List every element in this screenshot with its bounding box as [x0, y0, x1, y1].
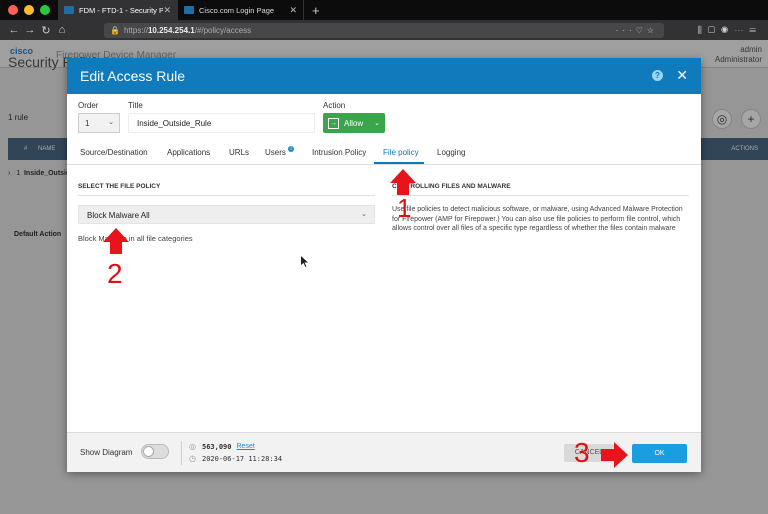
annotation-arrow-stem [110, 242, 122, 254]
browser-tab-cisco-login[interactable]: Cisco.com Login Page ✕ [178, 0, 304, 20]
window-controls [0, 5, 58, 15]
chevron-down-icon: ⌄ [361, 211, 367, 218]
tab-intrusion-policy[interactable]: Intrusion Policy [312, 148, 366, 157]
chevron-down-icon: ⌄ [108, 119, 114, 126]
chevron-down-icon: ⌄ [374, 120, 380, 127]
file-policy-description: Block Malware in all file categories [78, 234, 193, 243]
tab-close-icon[interactable]: ✕ [289, 5, 297, 16]
url-actions-icon[interactable]: ···♡☆ [616, 26, 658, 35]
edit-access-rule-dialog: Edit Access Rule ? ✕ Order 1 ⌄ Title Ins… [67, 58, 701, 472]
active-tab-indicator [374, 162, 424, 164]
ok-button[interactable]: OK [632, 444, 687, 463]
info-icon: i [288, 146, 294, 152]
target-icon: ◎ [189, 442, 196, 451]
annotation-arrow-up-icon [103, 228, 129, 242]
zoom-window-button[interactable] [40, 5, 50, 15]
tab-urls[interactable]: URLs [229, 148, 249, 157]
timestamp-row: ◷ 2020-06-17 11:28:34 [189, 454, 283, 463]
show-diagram-toggle[interactable] [141, 444, 169, 459]
url-bar[interactable]: 🔒 https:// 10.254.254.1 /#/policy/access… [104, 22, 664, 38]
dialog-title: Edit Access Rule [80, 68, 186, 84]
help-icon[interactable]: ? [652, 70, 663, 81]
hit-count-row: ◎ 563,090 Reset [189, 442, 255, 451]
divider [78, 195, 375, 196]
reload-icon[interactable]: ↻ [38, 24, 54, 37]
divider [392, 195, 689, 196]
annotation-arrow-up-icon [390, 169, 416, 183]
annotation-step-2: 2 [107, 258, 123, 289]
title-label: Title [128, 101, 143, 110]
annotation-step-3: 3 [574, 437, 590, 468]
annotation-step-1: 1 [397, 193, 412, 223]
rule-tabs: Source/Destination Applications URLs Use… [67, 143, 701, 165]
close-window-button[interactable] [8, 5, 18, 15]
tab-applications[interactable]: Applications [167, 148, 210, 157]
tab-source-destination[interactable]: Source/Destination [80, 148, 148, 157]
tab-users[interactable]: Users [265, 148, 286, 157]
tab-file-policy[interactable]: File policy [383, 148, 419, 157]
new-tab-icon[interactable]: + [304, 3, 320, 18]
order-label: Order [78, 101, 99, 110]
lock-icon: 🔒 [110, 25, 120, 35]
title-input[interactable]: Inside_Outside_Rule [128, 113, 315, 133]
toggle-knob [143, 446, 154, 457]
clock-icon: ◷ [189, 454, 196, 463]
info-section-title: CONTROLLING FILES AND MALWARE [392, 183, 511, 190]
divider [181, 441, 182, 465]
close-icon[interactable]: ✕ [676, 67, 688, 84]
file-policy-select[interactable]: Block Malware All ⌄ [78, 205, 375, 224]
browser-tab-bar: FDM - FTD-1 - Security Policies ✕ Cisco.… [0, 0, 768, 20]
file-policy-section-title: SELECT THE FILE POLICY [78, 183, 161, 190]
file-policy-info-text: Use file policies to detect malicious so… [392, 206, 683, 232]
tab-close-icon[interactable]: ✕ [163, 5, 171, 16]
order-select[interactable]: 1 ⌄ [78, 113, 120, 133]
forward-icon[interactable]: → [22, 24, 38, 36]
back-icon[interactable]: ← [6, 24, 22, 36]
browser-toolbar-icons[interactable]: ⫼▢◉⋯☰ [698, 25, 762, 36]
browser-tab-fdm[interactable]: FDM - FTD-1 - Security Policies ✕ [58, 0, 178, 20]
cisco-favicon-icon [64, 6, 74, 14]
minimize-window-button[interactable] [24, 5, 34, 15]
dialog-header: Edit Access Rule ? ✕ [67, 58, 701, 94]
reset-link[interactable]: Reset [237, 443, 255, 450]
home-icon[interactable]: ⌂ [54, 24, 70, 36]
cisco-favicon-icon [184, 6, 194, 14]
annotation-arrow-stem [601, 449, 615, 461]
annotation-arrow-right-icon [614, 442, 628, 468]
browser-nav-bar: ← → ↻ ⌂ 🔒 https:// 10.254.254.1 /#/polic… [0, 20, 768, 40]
action-allow-dropdown[interactable]: → Allow ⌄ [323, 113, 385, 133]
show-diagram-label: Show Diagram [80, 448, 133, 457]
allow-arrow-icon: → [328, 117, 339, 129]
action-label: Action [323, 101, 346, 110]
tab-logging[interactable]: Logging [437, 148, 465, 157]
mouse-cursor-icon [301, 256, 308, 267]
